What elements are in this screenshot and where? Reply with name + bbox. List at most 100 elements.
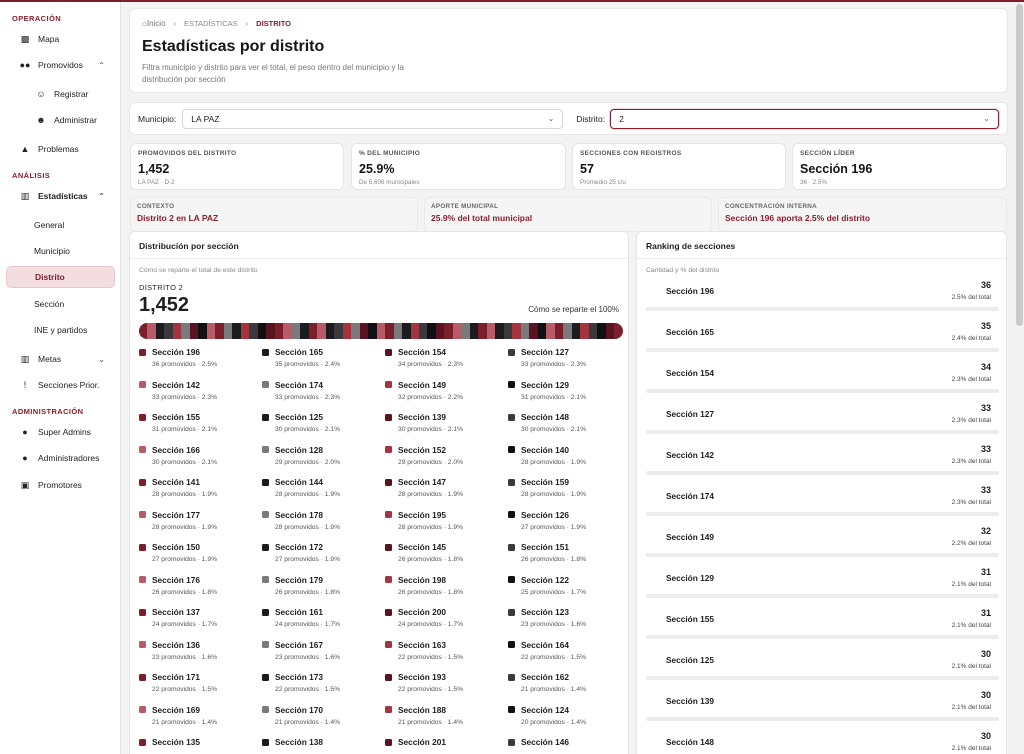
distribution-item: Sección 174 33 promovidos · 2.3%: [262, 380, 385, 401]
sidebar-item-general[interactable]: General: [6, 214, 115, 236]
bar-segment: [418, 323, 428, 339]
chevron-down-icon: ⌄: [983, 114, 990, 123]
sidebar-item-seccion[interactable]: Sección: [6, 293, 115, 315]
ranking-item: Sección 154 34 2.3% del total: [646, 362, 999, 403]
distribution-item: Sección 166 30 promovidos · 2.1%: [139, 445, 262, 466]
municipio-select[interactable]: LA PAZ ⌄: [182, 108, 564, 129]
color-swatch: [385, 608, 392, 616]
context-distrito: CONTEXTO Distrito 2 en LA PAZ: [130, 197, 418, 232]
sidebar-item-estadisticas[interactable]: ▥ Estadísticas ⌃: [6, 185, 115, 207]
sidebar-item-mapa[interactable]: ▩ Mapa: [6, 28, 115, 50]
bar-segment: [563, 323, 572, 339]
ranking-track: [646, 676, 999, 680]
context-concentracion-interna: CONCENTRACIÓN INTERNA Sección 196 aporta…: [718, 197, 1007, 232]
sidebar-item-ine[interactable]: INE y partidos: [6, 319, 115, 341]
bar-segment: [444, 323, 453, 339]
color-swatch: [262, 381, 269, 388]
color-swatch: [139, 446, 146, 453]
distribution-item: Sección 201: [385, 737, 508, 754]
bar-segment: [478, 323, 487, 339]
color-swatch: [139, 511, 146, 518]
distribution-item: Sección 198 26 promovidos · 1.8%: [385, 575, 508, 596]
color-swatch: [508, 673, 515, 681]
sidebar-item-promotores[interactable]: ▣ Promotores: [6, 474, 115, 496]
color-swatch: [262, 576, 269, 583]
home-icon[interactable]: ⌂Inicio: [142, 19, 166, 28]
ranking-track: [646, 389, 999, 393]
sidebar-item-super-admins[interactable]: ● Super Admins: [6, 421, 115, 443]
distribution-item: Sección 123 23 promovidos · 1.6%: [508, 607, 631, 628]
color-swatch: [262, 738, 269, 746]
bar-segment: [402, 323, 411, 339]
ranking-card: Ranking de secciones Cantidad y % del di…: [636, 231, 1007, 754]
ranking-title: Ranking de secciones: [637, 232, 1006, 259]
ranking-item: Sección 139 30 2.1% del total: [646, 690, 999, 731]
ranking-item: Sección 142 33 2.3% del total: [646, 444, 999, 485]
top-accent-line: [0, 0, 1024, 2]
breadcrumb-estadisticas[interactable]: ESTADÍSTICAS: [184, 19, 238, 28]
sidebar-item-metas[interactable]: ▥ Metas ⌄: [6, 348, 115, 370]
ranking-track: [646, 471, 999, 475]
sidebar: OPERACIÓN ▩ Mapa ●● Promovidos ⌃ ☺ Regis…: [0, 2, 121, 754]
bar-segment: [308, 323, 318, 339]
color-swatch: [139, 381, 146, 388]
bar-chart-icon: ▥: [20, 190, 30, 201]
bar-segment: [580, 323, 589, 339]
ranking-item: Sección 196 36 2.5% del total: [646, 280, 999, 321]
context-aporte-municipal: APORTE MUNICIPAL 25.9% del total municip…: [424, 197, 712, 232]
distribution-item: Sección 165 35 promovidos · 2.4%: [262, 347, 385, 368]
color-swatch: [508, 511, 515, 518]
distribution-item: Sección 200 24 promovidos · 1.7%: [385, 607, 508, 628]
sidebar-item-promovidos[interactable]: ●● Promovidos ⌃: [6, 54, 115, 76]
distrito-label: Distrito:: [576, 113, 606, 124]
bar-segment: [368, 323, 377, 339]
bar-chart-icon: ▥: [20, 353, 30, 364]
breadcrumb-inicio[interactable]: Inicio: [147, 19, 166, 28]
distribution-item: Sección 145 26 promovidos · 1.8%: [385, 542, 508, 563]
kpi-porcentaje-municipio: % DEL MUNICIPIO 25.9% De 5,606 municipal…: [351, 143, 566, 190]
color-swatch: [385, 576, 392, 583]
distribution-item: Sección 148 30 promovidos · 2.1%: [508, 412, 631, 433]
sidebar-item-problemas[interactable]: ▲ Problemas: [6, 138, 115, 160]
bar-segment: [334, 323, 343, 339]
sidebar-item-administrar[interactable]: ☻ Administrar: [6, 109, 115, 131]
distribution-item: Sección 177 28 promovidos · 1.9%: [139, 510, 262, 531]
color-swatch: [262, 543, 269, 551]
distribution-item: Sección 139 30 promovidos · 2.1%: [385, 412, 508, 433]
color-swatch: [385, 511, 392, 518]
sidebar-section-operacion: OPERACIÓN: [12, 14, 62, 23]
color-swatch: [508, 446, 515, 453]
exclamation-icon: !: [23, 380, 27, 390]
distribution-item: Sección 144 28 promovidos · 1.9%: [262, 477, 385, 498]
distribution-item: Sección 136 23 promovidos · 1.6%: [139, 640, 262, 661]
color-swatch: [508, 576, 515, 583]
ranking-item: Sección 174 33 2.3% del total: [646, 485, 999, 526]
color-swatch: [385, 446, 392, 453]
bar-segment: [240, 323, 250, 339]
page-scrollbar[interactable]: [1016, 4, 1023, 326]
distribution-item: Sección 176 26 promovidos · 1.8%: [139, 575, 262, 596]
color-swatch: [262, 673, 269, 681]
color-swatch: [262, 478, 269, 486]
bar-segment: [571, 323, 581, 339]
sidebar-item-administradores[interactable]: ● Administradores: [6, 447, 115, 469]
bar-segment: [206, 323, 216, 339]
distribution-item: Sección 161 24 promovidos · 1.7%: [262, 607, 385, 628]
sidebar-item-secciones-prior[interactable]: ! Secciones Prior.: [6, 374, 115, 396]
distrito-select[interactable]: 2 ⌄: [610, 108, 999, 129]
bar-segment: [147, 323, 156, 339]
distribution-item: Sección 140 28 promovidos · 1.9%: [508, 445, 631, 466]
sidebar-item-registrar[interactable]: ☺ Registrar: [6, 83, 115, 105]
color-swatch: [508, 543, 515, 551]
chevron-down-icon: ⌄: [547, 114, 555, 123]
sidebar-item-municipio[interactable]: Municipio: [6, 240, 115, 262]
ranking-track: [646, 553, 999, 557]
color-swatch: [262, 413, 269, 421]
distribution-item: Sección 125 30 promovidos · 2.1%: [262, 412, 385, 433]
bar-segment: [325, 323, 335, 339]
color-swatch: [508, 478, 515, 486]
color-swatch: [385, 673, 392, 681]
sidebar-item-distrito[interactable]: Distrito: [6, 266, 115, 288]
bar-segment: [283, 323, 292, 339]
color-swatch: [262, 348, 269, 356]
